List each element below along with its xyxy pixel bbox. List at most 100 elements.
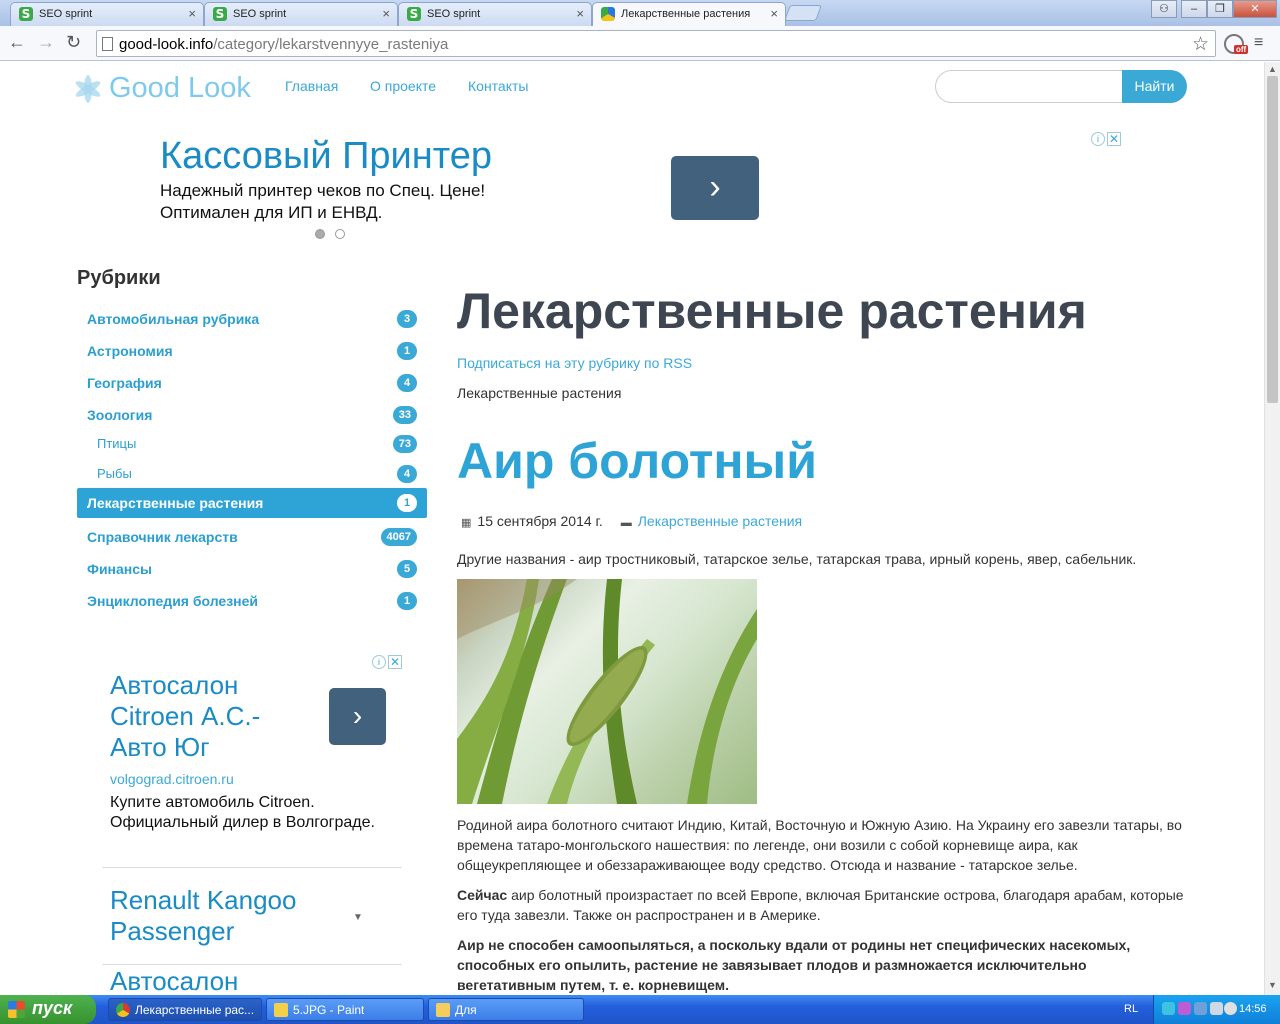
- ad-carousel-dot-2[interactable]: [335, 229, 345, 239]
- category-name[interactable]: Автомобильная рубрика: [87, 311, 259, 327]
- category-name[interactable]: Астрономия: [87, 343, 173, 359]
- post-category-link[interactable]: Лекарственные растения: [638, 513, 802, 529]
- ad-autosalon-title[interactable]: Автосалон: [110, 966, 238, 995]
- ad-side-title[interactable]: Автосалон Citroen А.С.- Авто Юг: [110, 670, 320, 763]
- close-tab-icon[interactable]: ×: [382, 6, 390, 21]
- tab-medicinal-plants[interactable]: Лекарственные растения ×: [592, 2, 786, 26]
- ad-side-choices[interactable]: i ✕: [371, 654, 403, 670]
- new-tab-button[interactable]: [784, 5, 822, 21]
- page-viewport: Good Look Главная О проекте Контакты Най…: [0, 62, 1264, 995]
- windows-taskbar: пуск Лекарственные рас... 5.JPG - Paint …: [0, 995, 1280, 1024]
- tab-title: SEO sprint: [427, 8, 481, 20]
- close-window-button[interactable]: ✕: [1233, 0, 1277, 18]
- nav-about-link[interactable]: О проекте: [370, 78, 436, 94]
- sidebar-category-item[interactable]: Справочник лекарств 4067: [77, 522, 427, 552]
- scroll-up-icon[interactable]: ▲: [1268, 64, 1277, 74]
- taskbar-item-folder[interactable]: Для: [428, 998, 584, 1021]
- close-tab-icon[interactable]: ×: [576, 6, 584, 21]
- scroll-down-icon[interactable]: ▼: [1268, 980, 1277, 990]
- category-name[interactable]: Лекарственные растения: [87, 495, 263, 511]
- url-text[interactable]: good-look.info/category/lekarstvennyye_r…: [119, 36, 448, 53]
- ad-info-icon[interactable]: i: [372, 655, 386, 669]
- category-count-badge: 1: [397, 592, 417, 610]
- sidebar-category-item[interactable]: Астрономия 1: [77, 336, 427, 366]
- system-tray: 14:56: [1153, 995, 1280, 1024]
- search-button[interactable]: Найти: [1122, 70, 1187, 103]
- tray-sync-icon[interactable]: [1224, 1002, 1237, 1015]
- tray-network-icon[interactable]: [1162, 1002, 1175, 1015]
- close-tab-icon[interactable]: ×: [770, 6, 778, 21]
- search-input[interactable]: [935, 70, 1125, 103]
- tray-monitor-icon[interactable]: [1194, 1002, 1207, 1015]
- language-indicator[interactable]: RL: [1124, 1003, 1138, 1015]
- ad-top-title[interactable]: Кассовый Принтер: [160, 135, 492, 178]
- ad-top-arrow-button[interactable]: ›: [671, 156, 759, 220]
- bookmark-star-icon[interactable]: ☆: [1192, 33, 1209, 56]
- post-title[interactable]: Аир болотный: [457, 432, 817, 490]
- sidebar-category-item[interactable]: Птицы 73: [77, 429, 427, 459]
- restore-button[interactable]: ❐: [1207, 0, 1233, 18]
- chevron-down-icon[interactable]: ▼: [353, 912, 363, 923]
- tray-volume-icon[interactable]: [1210, 1002, 1223, 1015]
- close-tab-icon[interactable]: ×: [188, 6, 196, 21]
- seo-sprint-favicon-icon: S: [19, 7, 33, 21]
- minimize-button[interactable]: –: [1181, 0, 1207, 18]
- ad-separator: [102, 867, 402, 868]
- chrome-icon: [116, 1003, 130, 1017]
- tray-app-icon[interactable]: [1178, 1002, 1191, 1015]
- sidebar-category-item[interactable]: Лекарственные растения 1: [77, 488, 427, 518]
- profile-icon[interactable]: ⚇: [1151, 0, 1177, 18]
- category-count-badge: 33: [392, 406, 417, 424]
- sidebar-category-item[interactable]: Энциклопедия болезней 1: [77, 586, 427, 616]
- ad-side-url[interactable]: volgograd.citroen.ru: [110, 771, 234, 787]
- page-scrollbar[interactable]: ▲ ▼: [1264, 62, 1280, 995]
- category-name[interactable]: Справочник лекарств: [87, 529, 238, 545]
- ad-close-icon[interactable]: ✕: [1107, 132, 1121, 146]
- nav-contacts-link[interactable]: Контакты: [468, 78, 528, 94]
- tab-seo-sprint-1[interactable]: S SEO sprint ×: [10, 2, 204, 26]
- category-name[interactable]: Энциклопедия болезней: [87, 593, 258, 609]
- paint-icon: [274, 1003, 288, 1017]
- category-name[interactable]: Зоология: [87, 407, 152, 423]
- sidebar-category-item[interactable]: Финансы 5: [77, 554, 427, 584]
- category-name[interactable]: Птицы: [97, 436, 136, 451]
- sidebar-category-item[interactable]: Автомобильная рубрика 3: [77, 304, 427, 334]
- page-icon: [102, 37, 113, 51]
- tab-seo-sprint-3[interactable]: S SEO sprint ×: [398, 2, 592, 26]
- back-button[interactable]: ←: [8, 32, 26, 52]
- ad-close-icon[interactable]: ✕: [388, 655, 402, 669]
- tab-seo-sprint-2[interactable]: S SEO sprint ×: [204, 2, 398, 26]
- ad-side-arrow-button[interactable]: ›: [329, 688, 386, 745]
- sidebar-category-item[interactable]: География 4: [77, 368, 427, 398]
- folder-icon: ▬: [620, 517, 632, 529]
- good-look-favicon-icon: [601, 7, 615, 21]
- post-paragraph-2-text: аир болотный произрастает по всей Европе…: [457, 887, 1184, 923]
- extension-off-badge: off: [1234, 45, 1249, 54]
- ad-renault-title[interactable]: Renault Kangoo Passenger: [110, 885, 340, 947]
- address-bar[interactable]: good-look.info/category/lekarstvennyye_r…: [96, 30, 1216, 57]
- reload-button[interactable]: ↻: [66, 32, 81, 52]
- post-meta: ▦ 15 сентября 2014 г. ▬ Лекарственные раст…: [461, 513, 802, 529]
- seo-sprint-favicon-icon: S: [213, 7, 227, 21]
- ad-carousel-dot-1[interactable]: [315, 229, 325, 239]
- extension-icon[interactable]: off: [1224, 34, 1249, 54]
- browser-tab-strip: S SEO sprint × S SEO sprint × S SEO spri…: [0, 0, 1280, 26]
- sidebar-category-item[interactable]: Зоология 33: [77, 400, 427, 430]
- menu-icon[interactable]: ≡: [1254, 34, 1263, 52]
- ad-top-line-2: Оптимален для ИП и ЕНВД.: [160, 203, 383, 222]
- ad-choices[interactable]: i ✕: [1090, 131, 1122, 147]
- nav-home-link[interactable]: Главная: [285, 78, 338, 94]
- taskbar-item-paint[interactable]: 5.JPG - Paint: [266, 998, 424, 1021]
- post-image-calamus: [457, 579, 757, 804]
- start-button[interactable]: пуск: [0, 995, 96, 1024]
- category-name[interactable]: Финансы: [87, 561, 152, 577]
- ad-info-icon[interactable]: i: [1091, 132, 1105, 146]
- sidebar-category-item[interactable]: Рыбы 4: [77, 459, 427, 489]
- scrollbar-thumb[interactable]: [1267, 76, 1278, 403]
- rss-subscribe-link[interactable]: Подписаться на эту рубрику по RSS: [457, 355, 692, 371]
- forward-button[interactable]: →: [37, 32, 55, 52]
- category-name[interactable]: Рыбы: [97, 466, 132, 481]
- seo-sprint-favicon-icon: S: [407, 7, 421, 21]
- taskbar-item-chrome[interactable]: Лекарственные рас...: [108, 998, 262, 1021]
- category-name[interactable]: География: [87, 375, 162, 391]
